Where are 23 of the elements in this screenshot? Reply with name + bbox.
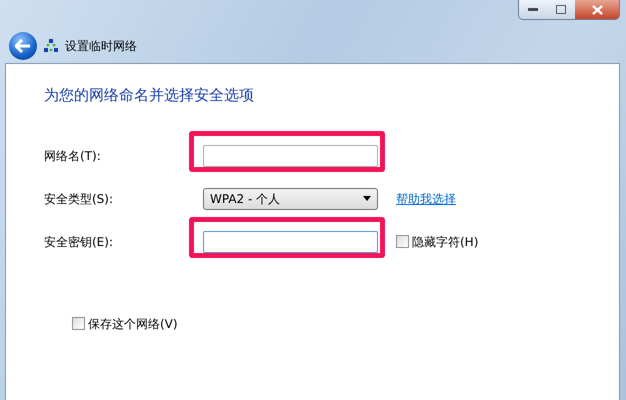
- save-network-label: 保存这个网络(V): [88, 316, 178, 332]
- back-button[interactable]: [9, 32, 37, 60]
- maximize-icon: [556, 5, 566, 14]
- security-type-dropdown[interactable]: WPA2 - 个人: [203, 188, 378, 210]
- window-title: 设置临时网络: [65, 38, 137, 55]
- save-network-checkbox[interactable]: [72, 317, 85, 330]
- field-label: 安全密钥(E):: [43, 234, 114, 250]
- field-label: 安全类型(S):: [43, 190, 114, 208]
- minimize-button[interactable]: [519, 0, 547, 19]
- security-key-field[interactable]: [203, 230, 378, 252]
- hide-characters-label: 隐藏字符(H): [412, 234, 478, 250]
- page-heading: 为您的网络命名并选择安全选项: [44, 85, 255, 106]
- back-arrow-icon: [15, 39, 31, 53]
- caret-icon: [363, 196, 371, 201]
- network-icon: [43, 39, 59, 53]
- close-icon: [592, 4, 602, 14]
- minimize-icon: [528, 8, 538, 12]
- network-name-field[interactable]: [203, 144, 378, 166]
- help-link[interactable]: 帮助我选择: [396, 190, 456, 208]
- field-label: 网络名(T):: [43, 148, 102, 164]
- close-button[interactable]: [575, 0, 619, 19]
- hide-characters-checkbox[interactable]: [396, 235, 409, 248]
- maximize-button[interactable]: [547, 0, 575, 19]
